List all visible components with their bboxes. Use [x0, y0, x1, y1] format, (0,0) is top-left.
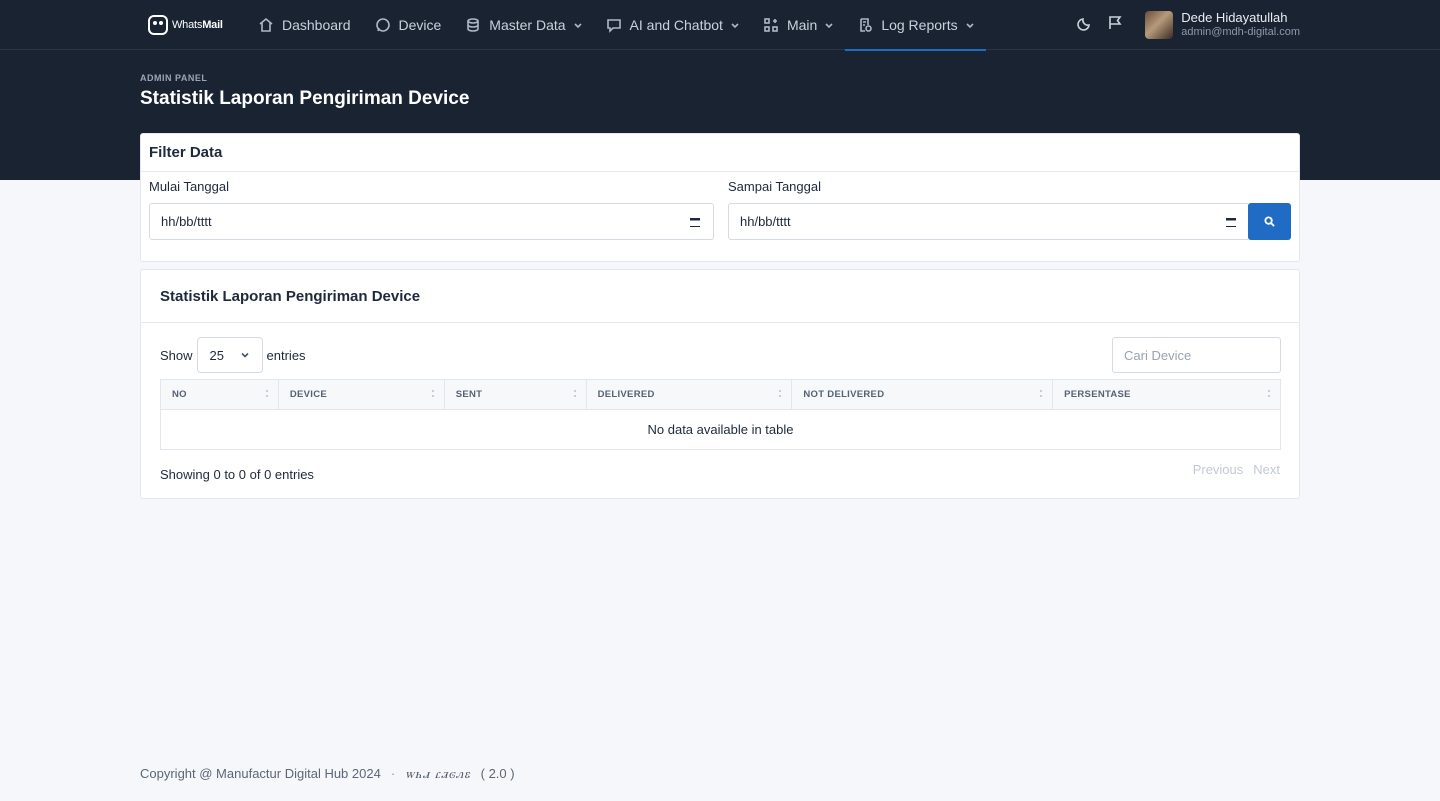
sort-icon [431, 389, 435, 399]
apps-icon [764, 18, 778, 32]
page-pretitle: ADMIN PANEL [140, 73, 208, 83]
nav-log-reports[interactable]: Log Reports [845, 0, 986, 51]
filter-card-title: Filter Data [141, 134, 1299, 172]
brand-text: WhatsMail [172, 19, 223, 31]
report-table-card: Statistik Laporan Pengiriman Device Show… [140, 269, 1300, 499]
column-header-sent[interactable]: SENT [443, 379, 587, 410]
page-size-select[interactable]: 25 [196, 337, 263, 373]
column-header-device[interactable]: DEVICE [277, 379, 445, 410]
user-name: Dede Hidayatullah [1181, 10, 1288, 25]
user-email: admin@mdh-digital.com [1181, 26, 1300, 38]
notifications-button[interactable] [1107, 15, 1123, 36]
filter-card: Filter Data Mulai Tanggal hh/bb/tttt Sam… [140, 133, 1300, 262]
column-header-delivered[interactable]: DELIVERED [585, 379, 793, 410]
calendar-icon[interactable] [689, 216, 701, 228]
sort-icon [265, 389, 269, 399]
show-label: Show [160, 347, 193, 363]
nav-master-data[interactable]: Master Data [453, 0, 593, 50]
table-row: No data available in table [160, 409, 1281, 450]
logo-icon [148, 15, 168, 35]
column-header-no[interactable]: NO [160, 379, 279, 410]
database-icon [467, 18, 480, 32]
end-date-input[interactable]: hh/bb/tttt [728, 203, 1250, 240]
chat-icon [606, 19, 621, 33]
chevron-down-icon [240, 352, 249, 358]
calendar-icon[interactable] [1225, 216, 1237, 228]
sort-icon [1267, 389, 1271, 399]
column-header-not-delivered[interactable]: NOT DELIVERED [791, 379, 1054, 410]
table-info: Showing 0 to 0 of 0 entries [160, 467, 314, 482]
sort-icon [1039, 389, 1043, 399]
device-search-input[interactable] [1112, 337, 1281, 373]
chevron-down-icon [731, 23, 739, 29]
navbar-right: Dede Hidayatullah admin@mdh-digital.com [1077, 0, 1300, 50]
footer-separator: · [390, 766, 396, 781]
user-info: Dede Hidayatullah admin@mdh-digital.com [1181, 11, 1300, 39]
stylized-brand-text: ꮃꮒꮧ ꮭꮨꮆꮑꮛ [405, 766, 471, 781]
copyright-text: Copyright @ Manufactur Digital Hub 2024 [140, 766, 381, 781]
entries-label: entries [266, 347, 306, 363]
top-navbar: WhatsMail Dashboard Device Master Data A… [0, 0, 1440, 51]
main-nav: Dashboard Device Master Data AI and Chat… [258, 0, 986, 51]
filter-search-button[interactable] [1248, 203, 1291, 240]
table-card-title: Statistik Laporan Pengiriman Device [141, 270, 1299, 323]
moon-icon [1077, 17, 1091, 31]
nav-dashboard[interactable]: Dashboard [258, 0, 363, 50]
column-header-persentase[interactable]: PERSENTASE [1052, 379, 1281, 410]
report-icon [860, 18, 873, 32]
nav-ai-chatbot[interactable]: AI and Chatbot [594, 0, 751, 50]
sort-icon [573, 389, 577, 399]
flag-icon [1109, 15, 1122, 29]
footer: Copyright @ Manufactur Digital Hub 2024 … [140, 766, 515, 782]
whatsapp-icon [375, 18, 390, 32]
page-title: Statistik Laporan Pengiriman Device [140, 88, 470, 109]
search-icon [1264, 216, 1275, 227]
brand-logo[interactable]: WhatsMail [148, 13, 223, 37]
next-page-button[interactable]: Next [1253, 462, 1280, 477]
home-icon [259, 17, 273, 32]
chevron-down-icon [573, 23, 582, 29]
version-text: ( 2.0 ) [480, 766, 515, 781]
theme-toggle-button[interactable] [1077, 15, 1093, 36]
nav-device[interactable]: Device [363, 0, 454, 50]
nav-main[interactable]: Main [751, 0, 845, 50]
previous-page-button[interactable]: Previous [1193, 462, 1244, 477]
empty-table-message: No data available in table [160, 409, 1281, 450]
report-table: NO DEVICE SENT DELIVERED NOT DELIVERED P… [160, 379, 1281, 450]
start-date-label: Mulai Tanggal [149, 179, 229, 194]
avatar [1145, 11, 1174, 39]
pagination: Previous Next [1193, 462, 1280, 477]
end-date-label: Sampai Tanggal [728, 179, 821, 194]
chevron-down-icon [825, 23, 833, 29]
sort-icon [778, 389, 782, 399]
chevron-down-icon [966, 23, 974, 29]
entries-length-control: Show 25 entries [160, 337, 306, 373]
start-date-input[interactable]: hh/bb/tttt [149, 203, 714, 240]
user-menu[interactable]: Dede Hidayatullah admin@mdh-digital.com [1145, 11, 1300, 39]
